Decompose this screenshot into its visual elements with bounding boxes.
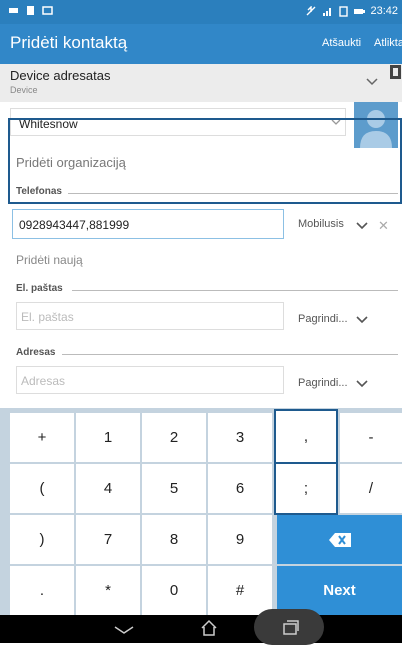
key-8[interactable]: 8 <box>142 515 206 564</box>
key-semicolon[interactable]: ; <box>274 462 338 515</box>
app-bar: Pridėti kontaktą Atšaukti Atlikta <box>0 24 402 64</box>
key-4[interactable]: 4 <box>76 464 140 513</box>
key-0[interactable]: 0 <box>142 566 206 615</box>
key-9[interactable]: 9 <box>208 515 272 564</box>
page-title: Pridėti kontaktą <box>10 33 128 52</box>
numeric-keypad: + 1 2 3 , - ( 4 5 6 ; / ) 7 8 9 . * 0 # … <box>0 408 402 615</box>
key-7[interactable]: 7 <box>76 515 140 564</box>
sim-icon <box>339 5 349 17</box>
recent-apps-icon[interactable] <box>282 620 300 636</box>
address-section-label: Adresas <box>16 347 56 358</box>
avatar[interactable] <box>354 102 398 148</box>
backspace-icon <box>328 532 351 547</box>
phone-type-dropdown[interactable]: Mobilusis <box>298 218 344 230</box>
address-placeholder: Adresas <box>21 374 66 388</box>
key-hash[interactable]: # <box>208 566 272 615</box>
divider <box>68 193 398 194</box>
back-icon[interactable] <box>114 625 134 635</box>
key-comma[interactable]: , <box>274 409 338 464</box>
signal-icon <box>323 7 332 16</box>
account-type: Device <box>10 85 38 95</box>
phone-input[interactable]: 0928943447,881999 <box>12 209 284 239</box>
add-new-phone-link[interactable]: Pridėti naują <box>16 253 83 267</box>
chevron-down-icon[interactable] <box>331 119 341 126</box>
name-value: Whitesnow <box>19 117 78 131</box>
remove-phone-icon[interactable]: ✕ <box>378 218 389 234</box>
key-asterisk[interactable]: * <box>76 566 140 615</box>
email-placeholder: El. paštas <box>21 310 74 324</box>
key-minus[interactable]: - <box>340 413 402 462</box>
person-icon <box>360 110 392 148</box>
key-period[interactable]: . <box>10 566 74 615</box>
key-1[interactable]: 1 <box>76 413 140 462</box>
chevron-down-icon[interactable] <box>356 380 368 388</box>
phone-value: 0928943447,881999 <box>19 218 130 232</box>
phone-section-label: Telefonas <box>16 186 62 197</box>
key-open-paren[interactable]: ( <box>10 464 74 513</box>
chevron-down-icon[interactable] <box>356 222 368 230</box>
key-slash[interactable]: / <box>340 464 402 513</box>
key-6[interactable]: 6 <box>208 464 272 513</box>
clock: 23:42 <box>370 5 398 17</box>
email-type-dropdown[interactable]: Pagrindi... <box>298 313 348 325</box>
address-type-dropdown[interactable]: Pagrindi... <box>298 377 348 389</box>
notification-icon <box>9 8 18 13</box>
chevron-down-icon <box>366 78 378 86</box>
email-section-label: El. paštas <box>16 283 63 294</box>
account-name: Device adresatas <box>10 68 111 83</box>
cancel-button[interactable]: Atšaukti <box>322 37 361 49</box>
name-field[interactable]: Whitesnow <box>10 108 346 136</box>
mute-icon <box>306 5 316 15</box>
address-field[interactable]: Adresas <box>16 366 284 394</box>
notification-icon <box>27 6 34 15</box>
key-5[interactable]: 5 <box>142 464 206 513</box>
chevron-down-icon[interactable] <box>356 316 368 324</box>
notification-icon <box>42 6 53 15</box>
divider <box>72 290 398 291</box>
home-icon[interactable] <box>200 619 218 637</box>
email-field[interactable]: El. paštas <box>16 302 284 330</box>
grip-icon <box>390 65 401 79</box>
status-bar: 23:42 <box>0 0 402 24</box>
key-close-paren[interactable]: ) <box>10 515 74 564</box>
add-organization-link[interactable]: Pridėti organizaciją <box>16 155 126 170</box>
divider <box>62 354 398 355</box>
navigation-bar <box>0 609 402 645</box>
battery-icon <box>354 8 366 14</box>
key-3[interactable]: 3 <box>208 413 272 462</box>
account-selector[interactable]: Device adresatas Device <box>0 64 402 102</box>
next-button[interactable]: Next <box>277 566 402 615</box>
backspace-button[interactable] <box>277 515 402 564</box>
key-plus[interactable]: + <box>10 413 74 462</box>
key-2[interactable]: 2 <box>142 413 206 462</box>
done-button[interactable]: Atlikta <box>374 37 402 49</box>
